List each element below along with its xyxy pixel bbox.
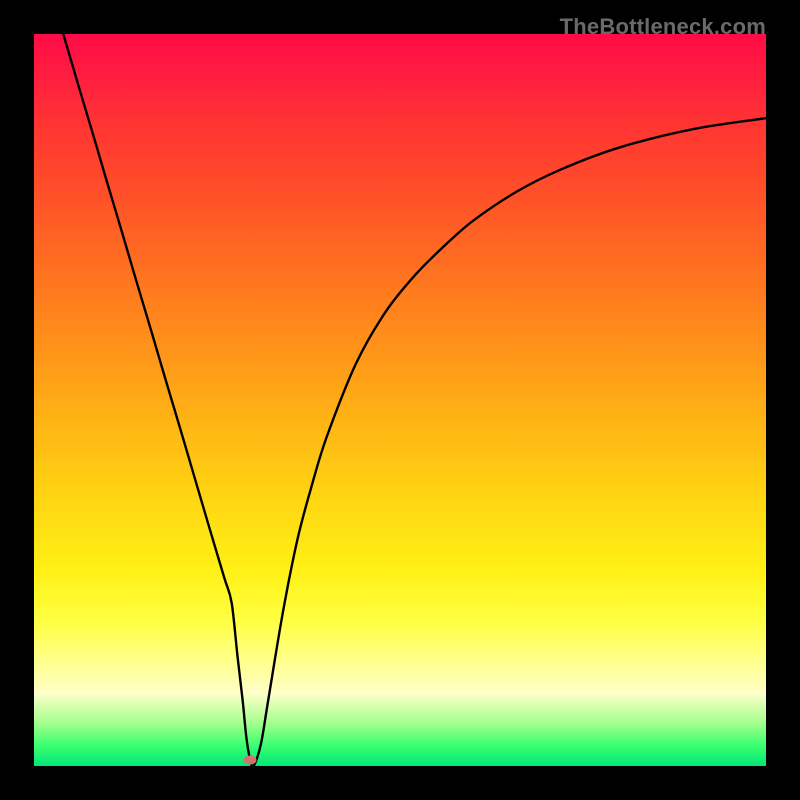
curve-svg [34,34,766,766]
bottleneck-curve [63,34,766,766]
minimum-marker [243,756,256,765]
plot-area [34,34,766,766]
chart-frame: TheBottleneck.com [0,0,800,800]
